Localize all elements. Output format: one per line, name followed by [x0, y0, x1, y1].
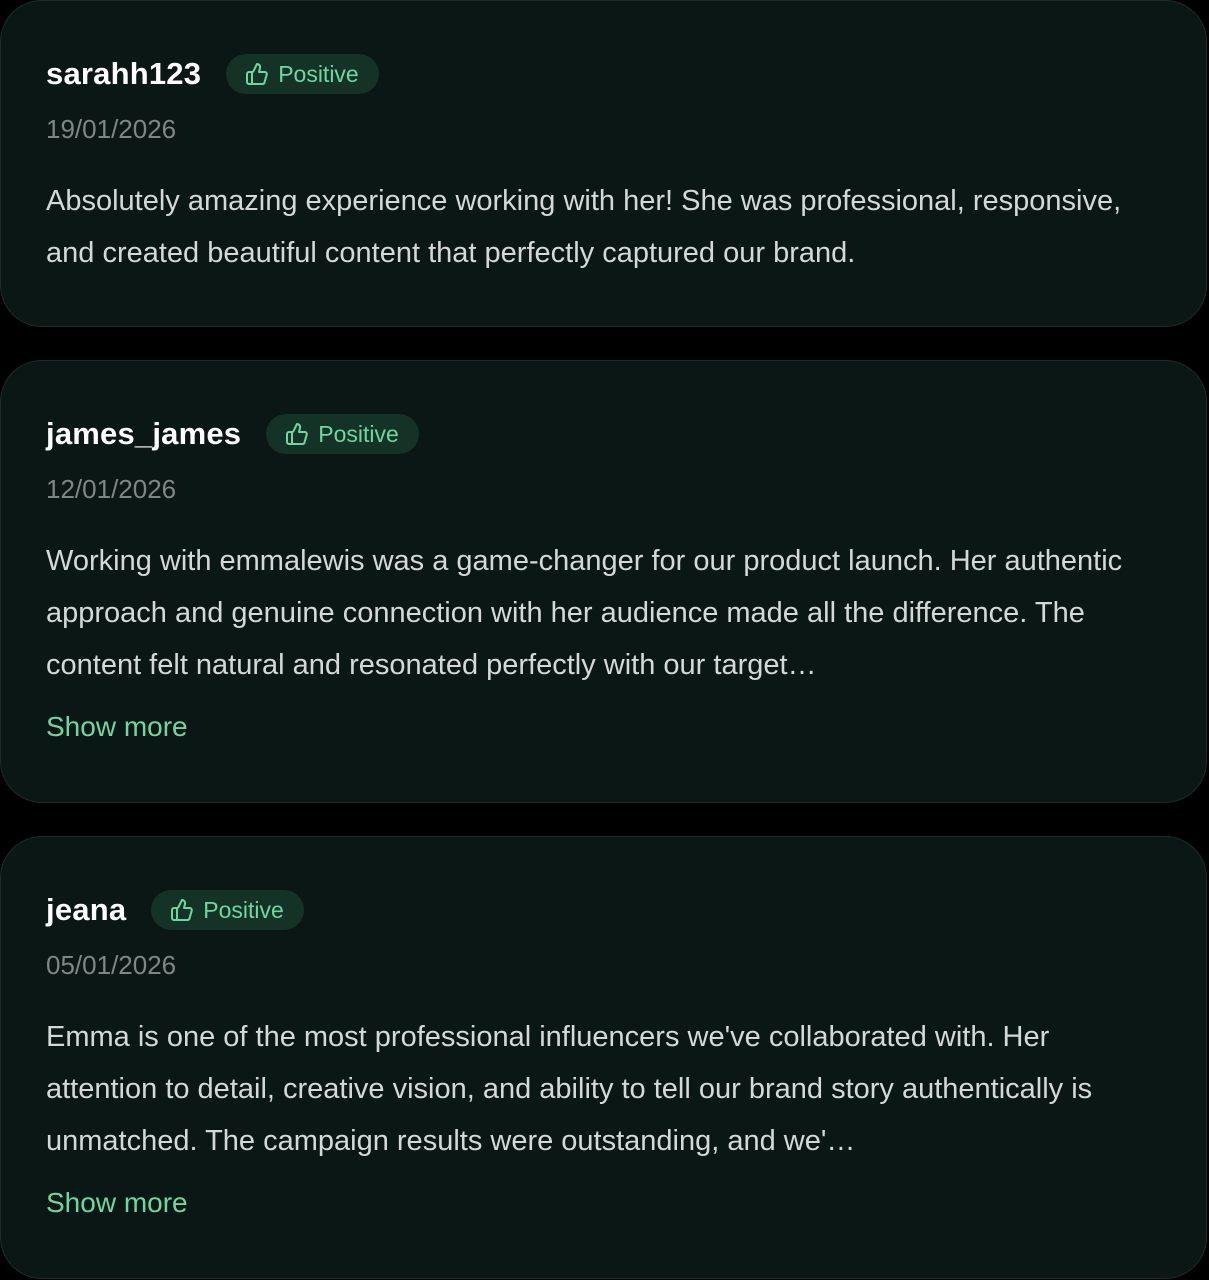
thumbs-up-icon [245, 62, 269, 86]
sentiment-badge: Positive [226, 54, 379, 94]
reviewer-username: jeana [46, 892, 127, 927]
thumbs-up-icon [170, 898, 194, 922]
sentiment-badge: Positive [151, 890, 304, 930]
thumbs-up-icon [285, 422, 309, 446]
sentiment-label: Positive [203, 896, 284, 923]
review-text: Emma is one of the most professional inf… [46, 1021, 1093, 1157]
review-date: 05/01/2026 [46, 950, 177, 980]
review-text: Working with emmalewis was a game-change… [46, 545, 1123, 681]
review-header: james_james Positive [46, 413, 419, 455]
review-card: jeana Positive 05/01/2026 Emma is one of… [0, 836, 1207, 1279]
reviewer-username: sarahh123 [46, 56, 202, 91]
review-date: 19/01/2026 [46, 114, 177, 144]
review-header: jeana Positive [46, 889, 304, 931]
sentiment-badge: Positive [266, 414, 419, 454]
show-more-link[interactable]: Show more [46, 1187, 188, 1219]
review-card: james_james Positive 12/01/2026 Working … [0, 360, 1207, 803]
show-more-link[interactable]: Show more [46, 711, 188, 743]
review-date: 12/01/2026 [46, 474, 177, 504]
reviewer-username: james_james [46, 416, 242, 451]
review-text: Absolutely amazing experience working wi… [46, 185, 1122, 269]
sentiment-label: Positive [318, 420, 399, 447]
review-card: sarahh123 Positive 19/01/2026 Absolutely… [0, 0, 1207, 327]
sentiment-label: Positive [278, 60, 359, 87]
review-header: sarahh123 Positive [46, 53, 379, 95]
